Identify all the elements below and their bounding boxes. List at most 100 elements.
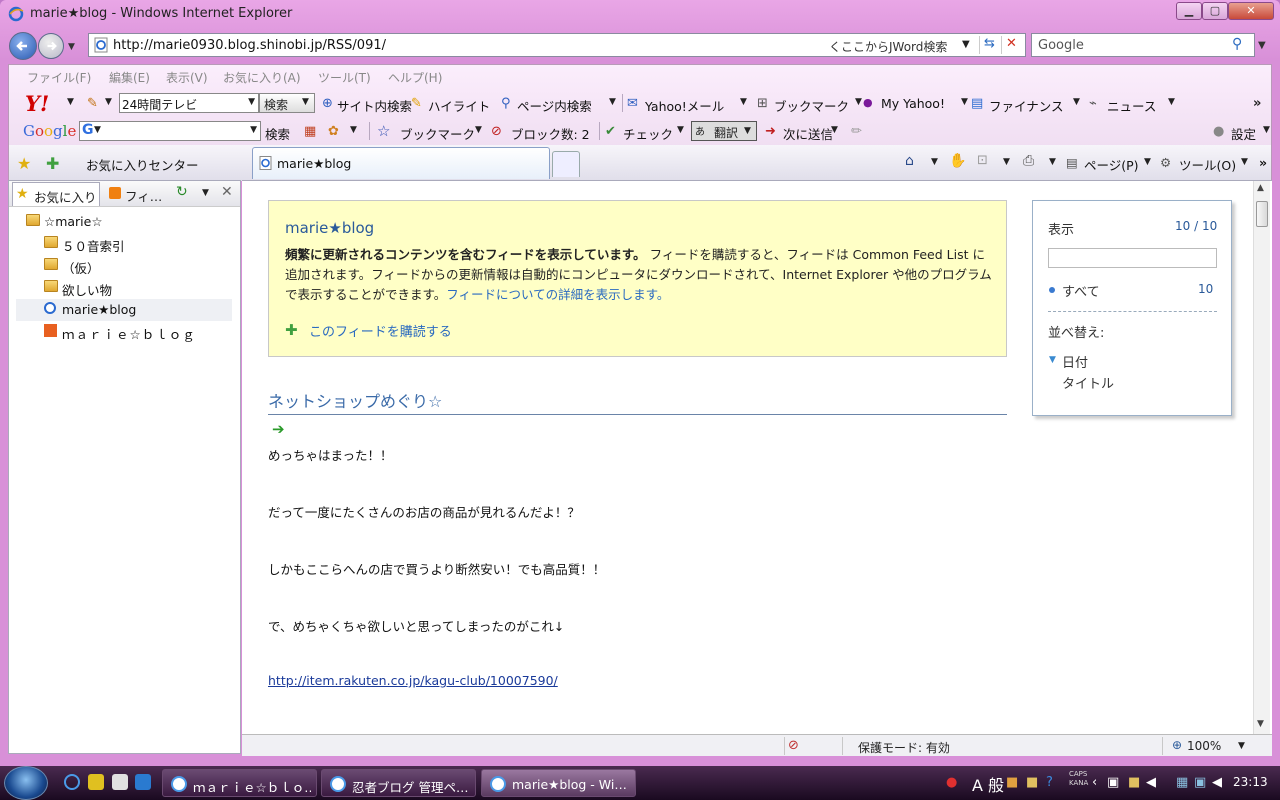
- filter-all[interactable]: すべて: [1062, 281, 1100, 300]
- send-dropdown-icon[interactable]: ▼: [831, 125, 838, 135]
- tab-feeds[interactable]: フィ…: [125, 186, 162, 205]
- finance-dropdown-icon[interactable]: ▼: [1073, 97, 1080, 107]
- menu-view[interactable]: 表示(V): [166, 69, 208, 86]
- settings-dropdown-icon[interactable]: ▼: [1263, 125, 1270, 135]
- news-dropdown-icon[interactable]: ▼: [1168, 97, 1175, 107]
- google-logo[interactable]: Google: [23, 122, 76, 140]
- tree-item-index-folder[interactable]: ５０音索引: [16, 233, 232, 255]
- favorites-star-icon[interactable]: ★: [17, 154, 31, 173]
- zoom-dropdown-icon[interactable]: ▼: [1238, 741, 1245, 751]
- tree-item-marie-folder[interactable]: ☆marie☆: [16, 211, 232, 233]
- pencil-icon[interactable]: ✎: [87, 96, 98, 111]
- filter-input[interactable]: [1048, 248, 1217, 268]
- google-bookmark-button[interactable]: ブックマーク: [400, 124, 475, 143]
- clock[interactable]: 23:13: [1233, 775, 1268, 789]
- monitor-icon[interactable]: ▣: [1194, 775, 1206, 790]
- yahoo-search-value[interactable]: 24時間テレビ: [122, 96, 197, 113]
- taskbar-button-ninja-admin[interactable]: 忍者ブログ 管理ペ…: [321, 769, 476, 797]
- menu-edit[interactable]: 編集(E): [109, 69, 150, 86]
- page-search-button[interactable]: ページ内検索: [517, 96, 592, 115]
- translate-dropdown-icon[interactable]: ▼: [744, 126, 751, 136]
- zoom-icon[interactable]: ⊕: [1172, 738, 1182, 752]
- window-switch-icon[interactable]: [135, 774, 151, 790]
- feed-icon[interactable]: ⊡: [977, 153, 988, 168]
- feed-detail-link[interactable]: フィードについての詳細を表示します。: [446, 287, 669, 302]
- check-dropdown-icon[interactable]: ▼: [677, 125, 684, 135]
- search-btn-dropdown-icon[interactable]: ▼: [302, 97, 309, 107]
- close-button[interactable]: ✕: [1228, 2, 1274, 20]
- pen-icon[interactable]: ✏: [851, 124, 862, 139]
- search-icon[interactable]: ⚲: [1232, 36, 1242, 52]
- yahoo-search-button[interactable]: 検索 ▼: [259, 93, 315, 113]
- search-box[interactable]: Google ⚲: [1031, 33, 1255, 57]
- address-dropdown-icon[interactable]: ▼: [962, 39, 970, 50]
- chevron-more-icon[interactable]: »: [1259, 155, 1267, 170]
- jword-search-hint[interactable]: くここからJWord検索: [829, 38, 947, 55]
- menu-favorites[interactable]: お気に入り(A): [223, 69, 301, 86]
- minimize-button[interactable]: ▁: [1176, 2, 1202, 20]
- sort-by-title[interactable]: タイトル: [1062, 373, 1114, 392]
- speaker-icon[interactable]: ◀: [1146, 775, 1156, 790]
- bookmark-dropdown-icon[interactable]: ▼: [855, 97, 862, 107]
- send-to-button[interactable]: 次に送信: [783, 124, 833, 143]
- block-count[interactable]: ブロック数: 2: [511, 124, 590, 143]
- g-dropdown-icon[interactable]: ▼: [94, 125, 101, 135]
- go-arrow-icon[interactable]: ➔: [272, 420, 285, 438]
- gadget-icon[interactable]: ✿: [328, 124, 339, 139]
- tray-app-icon[interactable]: ■: [1006, 775, 1018, 790]
- quicklaunch-icon[interactable]: [88, 774, 104, 790]
- protected-mode-icon[interactable]: ⊘: [788, 738, 799, 753]
- google-search-combo[interactable]: G ▼ ▼: [79, 121, 261, 141]
- search-input[interactable]: Google: [1038, 38, 1084, 53]
- print-dropdown-icon[interactable]: ▼: [1049, 157, 1056, 167]
- pencil-dropdown-icon[interactable]: ▼: [105, 97, 112, 107]
- yahoo-dropdown-icon[interactable]: ▼: [67, 97, 74, 107]
- chevron-left-icon[interactable]: ‹: [1092, 775, 1097, 790]
- tree-item-wishlist-folder[interactable]: 欲しい物: [16, 277, 232, 299]
- tree-item-marie-blog-feed[interactable]: ｍａｒｉｅ☆ｂｌｏｇ: [16, 321, 232, 343]
- menu-tools[interactable]: ツール(T): [318, 69, 371, 86]
- yahoo-mail-button[interactable]: Yahoo!メール: [645, 96, 724, 115]
- page-search-dropdown-icon[interactable]: ▼: [609, 97, 616, 107]
- news-feed-icon[interactable]: ▦: [304, 124, 316, 139]
- ie-quicklaunch-icon[interactable]: [64, 774, 80, 790]
- history-dropdown-icon[interactable]: ▼: [68, 42, 75, 52]
- news-button[interactable]: ニュース: [1107, 96, 1156, 115]
- taskbar-button-marie-blog[interactable]: ｍａｒｉｅ☆ｂｌｏ…: [162, 769, 317, 797]
- chevron-more-icon[interactable]: »: [1253, 96, 1261, 111]
- maximize-button[interactable]: ▢: [1202, 2, 1228, 20]
- gadget-dropdown-icon[interactable]: ▼: [350, 125, 357, 135]
- settings-button[interactable]: 設定: [1231, 124, 1256, 143]
- network-icon[interactable]: ▦: [1176, 775, 1188, 790]
- home-dropdown-icon[interactable]: ▼: [931, 157, 938, 167]
- hand-icon[interactable]: ✋: [949, 153, 966, 169]
- tray-app-icon[interactable]: ▣: [1107, 775, 1119, 790]
- taskbar-button-feed[interactable]: marie★blog - Wi…: [481, 769, 636, 797]
- spellcheck-button[interactable]: チェック: [623, 124, 673, 143]
- help-icon[interactable]: ?: [1046, 775, 1053, 790]
- forward-button[interactable]: [38, 33, 64, 59]
- home-icon[interactable]: ⌂: [905, 153, 914, 169]
- tree-item-temp-folder[interactable]: （仮）: [16, 255, 232, 277]
- vertical-scrollbar[interactable]: ▲ ▼: [1253, 181, 1270, 734]
- scroll-thumb[interactable]: [1256, 201, 1268, 227]
- sort-by-date[interactable]: 日付: [1062, 352, 1088, 371]
- start-button[interactable]: [4, 766, 48, 800]
- combo-arrow-icon[interactable]: ▼: [248, 97, 255, 107]
- back-button[interactable]: [9, 32, 37, 60]
- tab-favorites[interactable]: ★ お気に入り: [12, 182, 100, 206]
- subscribe-link[interactable]: このフィードを購読する: [309, 321, 452, 340]
- subscribe-plus-icon[interactable]: ✚: [285, 321, 298, 339]
- refresh-icon[interactable]: ⇆: [979, 36, 999, 54]
- combo-arrow-icon[interactable]: ▼: [250, 125, 257, 135]
- protected-mode-status[interactable]: 保護モード: 有効: [858, 739, 950, 756]
- tools-dropdown-icon[interactable]: ▼: [1241, 157, 1248, 167]
- bookmark-dropdown-icon[interactable]: ▼: [475, 125, 482, 135]
- tools-menu[interactable]: ツール(O): [1179, 155, 1236, 174]
- finance-button[interactable]: ファイナンス: [989, 96, 1064, 115]
- feed-item-link[interactable]: http://item.rakuten.co.jp/kagu-club/1000…: [268, 673, 558, 688]
- feed-dropdown-icon[interactable]: ▼: [1003, 157, 1010, 167]
- scroll-down-icon[interactable]: ▼: [1257, 719, 1264, 729]
- address-bar[interactable]: http://marie0930.blog.shinobi.jp/RSS/091…: [88, 33, 1026, 57]
- my-yahoo-dropdown-icon[interactable]: ▼: [961, 97, 968, 107]
